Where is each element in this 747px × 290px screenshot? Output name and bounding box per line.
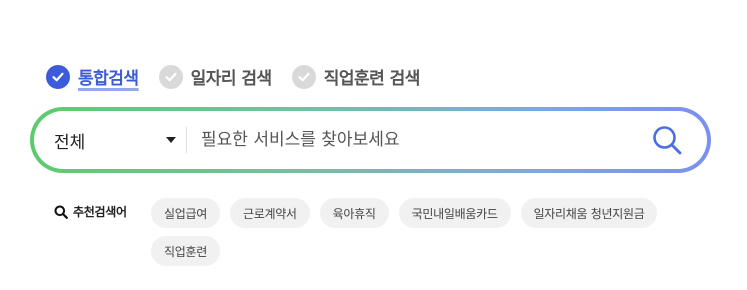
recommended-label: 추천검색어 [54, 203, 127, 220]
tab-job-search[interactable]: 일자리 검색 [158, 64, 273, 89]
recommended-chip[interactable]: 근로계약서 [229, 198, 310, 228]
tab-label: 일자리 검색 [190, 69, 273, 89]
scope-select[interactable]: 전체 [34, 128, 186, 153]
search-icon [653, 126, 682, 155]
magnifier-icon [54, 205, 68, 219]
scope-select-value: 전체 [54, 132, 86, 153]
search-button[interactable] [637, 115, 697, 165]
recommended-chip[interactable]: 실업급여 [151, 198, 220, 228]
recommended-label-text: 추천검색어 [73, 205, 127, 219]
search-bar-inner: 전체 [34, 111, 707, 169]
recommended-chip[interactable]: 육아휴직 [319, 198, 389, 228]
recommended-chip[interactable]: 국민내일배움카드 [398, 198, 511, 228]
search-bar: 전체 [30, 107, 711, 173]
recommended-chips: 실업급여 근로계약서 육아휴직 국민내일배움카드 일자리채움 청년지원금 직업훈… [151, 198, 711, 274]
search-input[interactable] [187, 119, 637, 161]
tab-label: 직업훈련 검색 [323, 69, 421, 89]
recommended-chip[interactable]: 일자리채움 청년지원금 [520, 198, 658, 228]
search-type-tabs: 통합검색 일자리 검색 직업훈련 검색 [46, 64, 440, 89]
check-circle-icon [291, 64, 316, 89]
tab-integrated-search[interactable]: 통합검색 [46, 64, 139, 89]
tab-label: 통합검색 [78, 69, 139, 89]
caret-down-icon [166, 137, 176, 143]
tab-training-search[interactable]: 직업훈련 검색 [291, 64, 421, 89]
check-circle-icon [158, 64, 183, 89]
recommended-chip[interactable]: 직업훈련 [151, 236, 220, 266]
check-circle-icon [46, 64, 70, 89]
